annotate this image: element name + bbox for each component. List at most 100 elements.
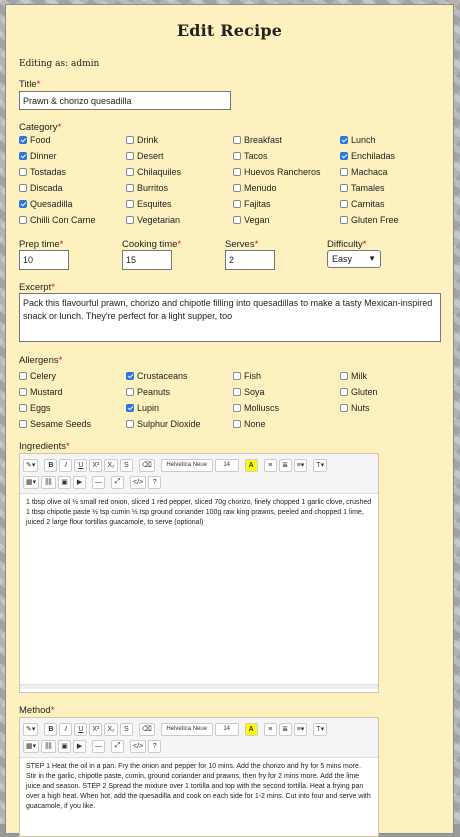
serves-input[interactable]: 2: [225, 250, 275, 270]
method-content[interactable]: STEP 1 Heat the oil in a pan. Fry the on…: [20, 758, 378, 816]
ingredients-content[interactable]: 1 tbsp olive oil ½ small red onion, slic…: [20, 494, 378, 684]
category-option-gluten-free[interactable]: Gluten Free: [340, 215, 399, 225]
resize-handle[interactable]: [20, 684, 378, 689]
checkbox[interactable]: [233, 200, 241, 208]
text-height-dropdown[interactable]: T▾: [313, 458, 328, 472]
text-color-button[interactable]: A: [244, 722, 258, 736]
checkbox[interactable]: [340, 216, 348, 224]
allergens-option-sulphur-dioxide[interactable]: Sulphur Dioxide: [126, 419, 201, 429]
numbered-list-icon[interactable]: ≣: [278, 722, 292, 736]
checkbox[interactable]: [19, 372, 27, 380]
checkbox-checked[interactable]: [19, 200, 27, 208]
checkbox-checked[interactable]: [19, 136, 27, 144]
subscript-button[interactable]: X₂: [104, 458, 118, 472]
checkbox-checked[interactable]: [19, 152, 27, 160]
category-option-burritos[interactable]: Burritos: [126, 183, 168, 193]
style-magic-icon[interactable]: ✎▾: [23, 458, 39, 472]
italic-button[interactable]: I: [59, 458, 73, 472]
category-option-quesadilla[interactable]: Quesadilla: [19, 199, 73, 209]
bullet-list-icon[interactable]: ≡: [263, 458, 277, 472]
help-button[interactable]: ?: [148, 739, 162, 753]
numbered-list-icon[interactable]: ≣: [278, 458, 292, 472]
category-option-food[interactable]: Food: [19, 135, 51, 145]
video-icon[interactable]: ▶: [73, 739, 87, 753]
italic-button[interactable]: I: [59, 722, 73, 736]
font-family-dropdown[interactable]: Helvetica Neue: [160, 458, 213, 472]
allergens-option-fish[interactable]: Fish: [233, 371, 261, 381]
category-option-discada[interactable]: Discada: [19, 183, 63, 193]
checkbox[interactable]: [19, 388, 27, 396]
category-option-vegan[interactable]: Vegan: [233, 215, 270, 225]
checkbox[interactable]: [19, 184, 27, 192]
checkbox[interactable]: [233, 152, 241, 160]
checkbox[interactable]: [233, 184, 241, 192]
checkbox-checked[interactable]: [340, 152, 348, 160]
checkbox-checked[interactable]: [126, 404, 134, 412]
checkbox[interactable]: [340, 404, 348, 412]
checkbox[interactable]: [126, 200, 134, 208]
horizontal-rule-icon[interactable]: —: [92, 475, 106, 489]
superscript-button[interactable]: X²: [89, 722, 103, 736]
checkbox[interactable]: [233, 420, 241, 428]
underline-button[interactable]: U: [74, 458, 88, 472]
text-color-button[interactable]: A: [244, 458, 258, 472]
allergens-option-milk[interactable]: Milk: [340, 371, 367, 381]
bold-button[interactable]: B: [44, 722, 58, 736]
allergens-option-peanuts[interactable]: Peanuts: [126, 387, 170, 397]
fullscreen-icon[interactable]: ⤢: [111, 475, 125, 489]
excerpt-textarea[interactable]: Pack this flavourful prawn, chorizo and …: [19, 293, 441, 342]
category-option-fajitas[interactable]: Fajitas: [233, 199, 271, 209]
checkbox[interactable]: [340, 388, 348, 396]
align-dropdown-icon[interactable]: ≡▾: [293, 722, 308, 736]
allergens-option-celery[interactable]: Celery: [19, 371, 56, 381]
allergens-option-crustaceans[interactable]: Crustaceans: [126, 371, 188, 381]
category-option-esquites[interactable]: Esquites: [126, 199, 172, 209]
checkbox[interactable]: [19, 420, 27, 428]
table-icon[interactable]: ▦▾: [23, 739, 40, 753]
allergens-option-eggs[interactable]: Eggs: [19, 403, 51, 413]
clear-format-icon[interactable]: ⌫: [138, 722, 155, 736]
horizontal-rule-icon[interactable]: —: [92, 739, 106, 753]
checkbox[interactable]: [19, 216, 27, 224]
category-option-carnitas[interactable]: Carnitas: [340, 199, 385, 209]
font-size-dropdown[interactable]: 14: [214, 722, 239, 736]
checkbox[interactable]: [19, 168, 27, 176]
title-input[interactable]: Prawn & chorizo quesadilla: [19, 91, 231, 110]
checkbox[interactable]: [126, 136, 134, 144]
allergens-option-lupin[interactable]: Lupin: [126, 403, 159, 413]
checkbox[interactable]: [233, 216, 241, 224]
category-option-machaca[interactable]: Machaca: [340, 167, 388, 177]
image-icon[interactable]: ▣: [58, 739, 72, 753]
superscript-button[interactable]: X²: [89, 458, 103, 472]
allergens-option-soya[interactable]: Soya: [233, 387, 265, 397]
checkbox[interactable]: [126, 216, 134, 224]
font-size-dropdown[interactable]: 14: [214, 458, 239, 472]
allergens-option-molluscs[interactable]: Molluscs: [233, 403, 279, 413]
code-view-button[interactable]: </>: [130, 739, 147, 753]
category-option-huevos-rancheros[interactable]: Huevos Rancheros: [233, 167, 321, 177]
category-option-enchiladas[interactable]: Enchiladas: [340, 151, 395, 161]
difficulty-select[interactable]: Easy ▼: [327, 250, 381, 268]
category-option-tacos[interactable]: Tacos: [233, 151, 268, 161]
category-option-menudo[interactable]: Menudo: [233, 183, 277, 193]
checkbox[interactable]: [340, 168, 348, 176]
table-icon[interactable]: ▦▾: [23, 475, 40, 489]
style-magic-icon[interactable]: ✎▾: [23, 722, 39, 736]
checkbox[interactable]: [340, 184, 348, 192]
checkbox[interactable]: [233, 168, 241, 176]
checkbox[interactable]: [233, 388, 241, 396]
text-height-dropdown[interactable]: T▾: [313, 722, 328, 736]
checkbox[interactable]: [19, 404, 27, 412]
category-option-desert[interactable]: Desert: [126, 151, 164, 161]
strikethrough-button[interactable]: S: [119, 722, 133, 736]
category-option-tostadas[interactable]: Tostadas: [19, 167, 66, 177]
align-dropdown-icon[interactable]: ≡▾: [293, 458, 308, 472]
subscript-button[interactable]: X₂: [104, 722, 118, 736]
font-family-dropdown[interactable]: Helvetica Neue: [160, 722, 213, 736]
link-icon[interactable]: ⛓: [41, 739, 57, 753]
fullscreen-icon[interactable]: ⤢: [111, 739, 125, 753]
checkbox[interactable]: [126, 184, 134, 192]
link-icon[interactable]: ⛓: [41, 475, 57, 489]
bullet-list-icon[interactable]: ≡: [263, 722, 277, 736]
allergens-option-mustard[interactable]: Mustard: [19, 387, 63, 397]
